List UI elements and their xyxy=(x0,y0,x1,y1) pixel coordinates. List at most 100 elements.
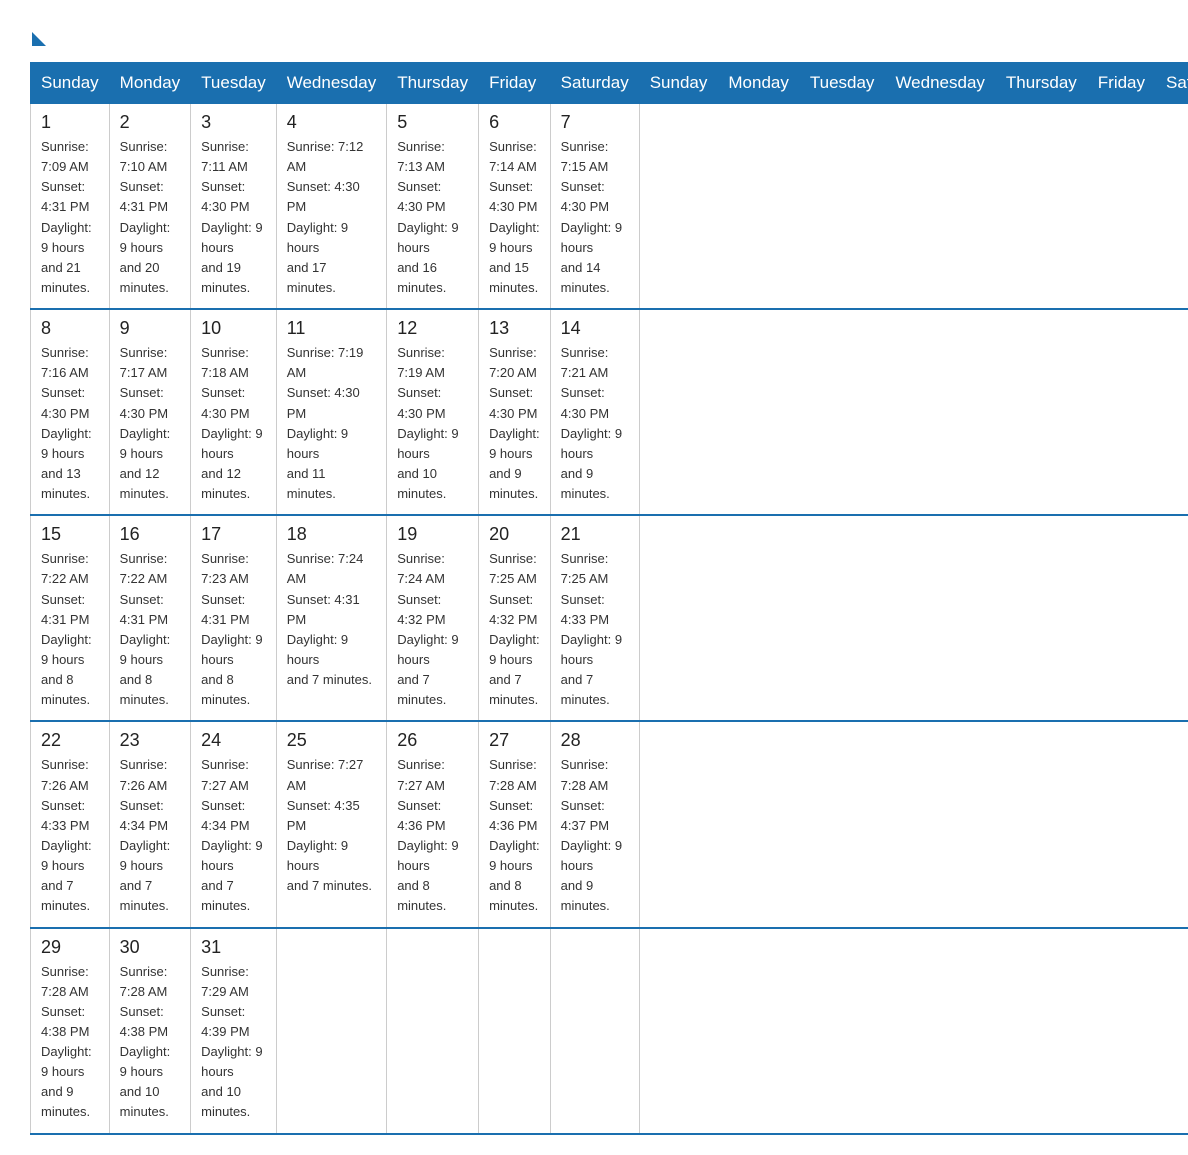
page-header xyxy=(30,20,1158,42)
calendar-cell xyxy=(479,928,551,1134)
calendar-cell: 16Sunrise: 7:22 AM Sunset: 4:31 PM Dayli… xyxy=(109,515,190,721)
day-info: Sunrise: 7:22 AM Sunset: 4:31 PM Dayligh… xyxy=(41,549,99,710)
day-number: 29 xyxy=(41,937,99,958)
calendar-cell: 31 Sunrise: 7:29 AM Sunset: 4:39 PM Dayli… xyxy=(191,928,277,1134)
day-info: Sunrise: 7:17 AM Sunset: 4:30 PM Dayligh… xyxy=(120,343,180,504)
day-number: 7 xyxy=(561,112,629,133)
day-number: 31 xyxy=(201,937,266,958)
header-tuesday: Tuesday xyxy=(191,63,277,104)
calendar-table: SundayMondayTuesdayWednesdayThursdayFrid… xyxy=(30,62,1188,1135)
day-number: 13 xyxy=(489,318,540,339)
day-info: Sunrise: 7:19 AM Sunset: 4:30 PM Dayligh… xyxy=(397,343,468,504)
calendar-cell: 9 Sunrise: 7:17 AM Sunset: 4:30 PM Daylig… xyxy=(109,309,190,515)
calendar-cell: 3Sunrise: 7:11 AM Sunset: 4:30 PM Daylig… xyxy=(191,104,277,310)
calendar-cell: 10 Sunrise: 7:18 AM Sunset: 4:30 PM Dayli… xyxy=(191,309,277,515)
col-header-monday: Monday xyxy=(718,63,799,104)
day-info: Sunrise: 7:15 AM Sunset: 4:30 PM Dayligh… xyxy=(561,137,629,298)
logo-arrow-icon xyxy=(32,32,46,46)
day-number: 28 xyxy=(561,730,629,751)
calendar-cell: 27 Sunrise: 7:28 AM Sunset: 4:36 PM Dayli… xyxy=(479,721,551,927)
calendar-cell: 2 Sunrise: 7:10 AM Sunset: 4:31 PM Daylig… xyxy=(109,104,190,310)
week-row-2: 8 Sunrise: 7:16 AM Sunset: 4:30 PM Daylig… xyxy=(31,309,1188,515)
calendar-cell: 7 Sunrise: 7:15 AM Sunset: 4:30 PM Daylig… xyxy=(550,104,639,310)
day-info: Sunrise: 7:28 AM Sunset: 4:37 PM Dayligh… xyxy=(561,755,629,916)
calendar-cell: 6Sunrise: 7:14 AM Sunset: 4:30 PM Daylig… xyxy=(479,104,551,310)
calendar-cell: 12 Sunrise: 7:19 AM Sunset: 4:30 PM Dayli… xyxy=(387,309,479,515)
day-number: 23 xyxy=(120,730,180,751)
calendar-cell: 26 Sunrise: 7:27 AM Sunset: 4:36 PM Dayli… xyxy=(387,721,479,927)
day-number: 10 xyxy=(201,318,266,339)
day-info: Sunrise: 7:24 AM Sunset: 4:32 PM Dayligh… xyxy=(397,549,468,710)
day-number: 9 xyxy=(120,318,180,339)
day-info: Sunrise: 7:27 AM Sunset: 4:34 PM Dayligh… xyxy=(201,755,266,916)
day-info: Sunrise: 7:28 AM Sunset: 4:38 PM Dayligh… xyxy=(41,962,99,1123)
calendar-cell: 23 Sunrise: 7:26 AM Sunset: 4:34 PM Dayli… xyxy=(109,721,190,927)
day-info: Sunrise: 7:28 AM Sunset: 4:36 PM Dayligh… xyxy=(489,755,540,916)
col-header-wednesday: Wednesday xyxy=(885,63,995,104)
week-row-4: 22 Sunrise: 7:26 AM Sunset: 4:33 PM Dayli… xyxy=(31,721,1188,927)
calendar-cell: 28 Sunrise: 7:28 AM Sunset: 4:37 PM Dayli… xyxy=(550,721,639,927)
calendar-cell xyxy=(550,928,639,1134)
day-info: Sunrise: 7:18 AM Sunset: 4:30 PM Dayligh… xyxy=(201,343,266,504)
day-number: 15 xyxy=(41,524,99,545)
calendar-cell: 18 Sunrise: 7:24 AM Sunset: 4:31 PM Dayli… xyxy=(276,515,386,721)
day-number: 18 xyxy=(287,524,376,545)
header-friday: Friday xyxy=(479,63,551,104)
calendar-cell: 29 Sunrise: 7:28 AM Sunset: 4:38 PM Dayli… xyxy=(31,928,110,1134)
header-monday: Monday xyxy=(109,63,190,104)
calendar-cell: 13Sunrise: 7:20 AM Sunset: 4:30 PM Dayli… xyxy=(479,309,551,515)
day-info: Sunrise: 7:10 AM Sunset: 4:31 PM Dayligh… xyxy=(120,137,180,298)
day-number: 14 xyxy=(561,318,629,339)
logo xyxy=(30,20,46,42)
calendar-cell xyxy=(387,928,479,1134)
day-info: Sunrise: 7:26 AM Sunset: 4:34 PM Dayligh… xyxy=(120,755,180,916)
day-number: 11 xyxy=(287,318,376,339)
day-number: 8 xyxy=(41,318,99,339)
day-info: Sunrise: 7:27 AM Sunset: 4:36 PM Dayligh… xyxy=(397,755,468,916)
calendar-cell: 14 Sunrise: 7:21 AM Sunset: 4:30 PM Dayli… xyxy=(550,309,639,515)
day-number: 26 xyxy=(397,730,468,751)
calendar-cell: 1 Sunrise: 7:09 AM Sunset: 4:31 PM Daylig… xyxy=(31,104,110,310)
day-info: Sunrise: 7:11 AM Sunset: 4:30 PM Dayligh… xyxy=(201,137,266,298)
day-info: Sunrise: 7:29 AM Sunset: 4:39 PM Dayligh… xyxy=(201,962,266,1123)
day-info: Sunrise: 7:16 AM Sunset: 4:30 PM Dayligh… xyxy=(41,343,99,504)
calendar-cell: 20Sunrise: 7:25 AM Sunset: 4:32 PM Dayli… xyxy=(479,515,551,721)
calendar-header-row: SundayMondayTuesdayWednesdayThursdayFrid… xyxy=(31,63,1188,104)
day-number: 12 xyxy=(397,318,468,339)
week-row-5: 29 Sunrise: 7:28 AM Sunset: 4:38 PM Dayli… xyxy=(31,928,1188,1134)
col-header-saturday: Saturday xyxy=(1156,63,1188,104)
day-info: Sunrise: 7:19 AM Sunset: 4:30 PM Dayligh… xyxy=(287,343,376,504)
day-info: Sunrise: 7:21 AM Sunset: 4:30 PM Dayligh… xyxy=(561,343,629,504)
day-number: 16 xyxy=(120,524,180,545)
header-wednesday: Wednesday xyxy=(276,63,386,104)
day-number: 24 xyxy=(201,730,266,751)
day-number: 22 xyxy=(41,730,99,751)
calendar-cell: 4Sunrise: 7:12 AM Sunset: 4:30 PM Daylig… xyxy=(276,104,386,310)
calendar-cell xyxy=(276,928,386,1134)
week-row-3: 15 Sunrise: 7:22 AM Sunset: 4:31 PM Dayli… xyxy=(31,515,1188,721)
day-number: 4 xyxy=(287,112,376,133)
calendar-cell: 21Sunrise: 7:25 AM Sunset: 4:33 PM Dayli… xyxy=(550,515,639,721)
day-info: Sunrise: 7:09 AM Sunset: 4:31 PM Dayligh… xyxy=(41,137,99,298)
calendar-cell: 17 Sunrise: 7:23 AM Sunset: 4:31 PM Dayli… xyxy=(191,515,277,721)
calendar-cell: 22 Sunrise: 7:26 AM Sunset: 4:33 PM Dayli… xyxy=(31,721,110,927)
day-number: 19 xyxy=(397,524,468,545)
calendar-cell: 25Sunrise: 7:27 AM Sunset: 4:35 PM Dayli… xyxy=(276,721,386,927)
col-header-tuesday: Tuesday xyxy=(799,63,885,104)
col-header-sunday: Sunday xyxy=(639,63,718,104)
calendar-cell: 19 Sunrise: 7:24 AM Sunset: 4:32 PM Dayli… xyxy=(387,515,479,721)
day-number: 17 xyxy=(201,524,266,545)
day-number: 21 xyxy=(561,524,629,545)
day-number: 27 xyxy=(489,730,540,751)
day-info: Sunrise: 7:23 AM Sunset: 4:31 PM Dayligh… xyxy=(201,549,266,710)
day-info: Sunrise: 7:13 AM Sunset: 4:30 PM Dayligh… xyxy=(397,137,468,298)
day-info: Sunrise: 7:26 AM Sunset: 4:33 PM Dayligh… xyxy=(41,755,99,916)
calendar-cell: 30Sunrise: 7:28 AM Sunset: 4:38 PM Dayli… xyxy=(109,928,190,1134)
day-number: 1 xyxy=(41,112,99,133)
day-number: 5 xyxy=(397,112,468,133)
day-info: Sunrise: 7:24 AM Sunset: 4:31 PM Dayligh… xyxy=(287,549,376,690)
day-info: Sunrise: 7:14 AM Sunset: 4:30 PM Dayligh… xyxy=(489,137,540,298)
header-saturday: Saturday xyxy=(550,63,639,104)
day-number: 2 xyxy=(120,112,180,133)
calendar-cell: 8 Sunrise: 7:16 AM Sunset: 4:30 PM Daylig… xyxy=(31,309,110,515)
